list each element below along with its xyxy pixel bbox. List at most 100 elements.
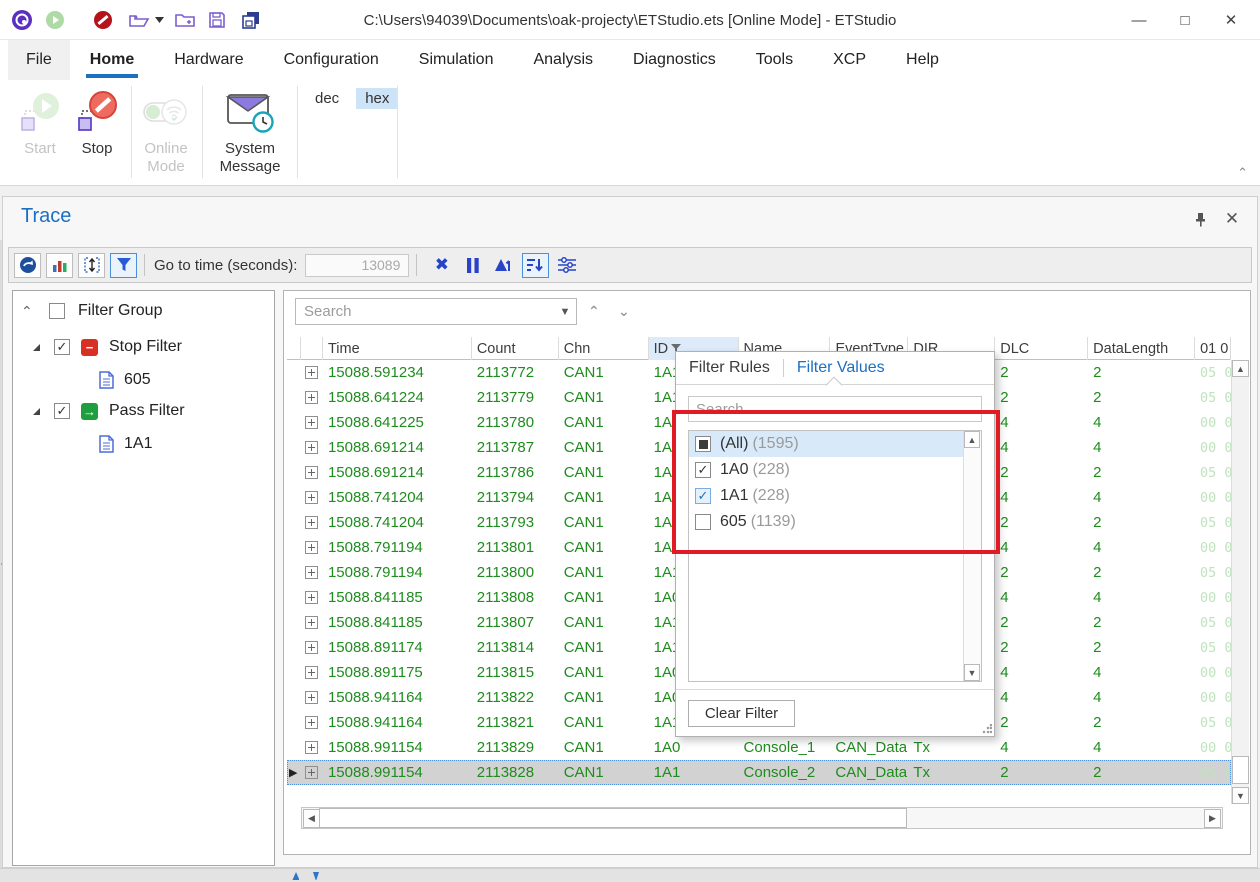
save-icon[interactable] [205, 8, 229, 32]
horizontal-scrollbar[interactable]: ◀ ▶ [301, 807, 1223, 829]
filter-group-checkbox[interactable] [49, 303, 65, 319]
scroll-left-icon[interactable]: ◀ [303, 809, 320, 828]
stop-filter-checkbox[interactable]: ✓ [54, 339, 70, 355]
filter-value-item-1a1[interactable]: ✓1A1(228) [689, 483, 981, 509]
expand-row-icon[interactable] [305, 666, 318, 679]
tree-item-605[interactable]: 605 [99, 368, 151, 392]
column-header-dlc[interactable]: DLC [995, 337, 1088, 360]
clear-trace-button[interactable]: ✖ [428, 253, 455, 278]
tab-filter-rules[interactable]: Filter Rules [676, 359, 783, 377]
expand-row-icon[interactable] [305, 616, 318, 629]
menu-item-help[interactable]: Help [886, 40, 959, 80]
menu-item-file[interactable]: File [8, 40, 70, 80]
scroll-right-icon[interactable]: ▶ [1204, 809, 1221, 828]
popup-scrollbar[interactable]: ▲ ▼ [963, 431, 981, 681]
hscroll-thumb[interactable] [319, 808, 907, 828]
vscroll-thumb[interactable] [1232, 756, 1249, 784]
expand-triangle-icon[interactable] [33, 408, 40, 415]
filter-value-item-1a0[interactable]: ✓1A0(228) [689, 457, 981, 483]
resize-grip[interactable] [982, 724, 992, 734]
column-header-chn[interactable]: Chn [559, 337, 649, 360]
fit-rows-button[interactable] [78, 253, 105, 278]
collapse-up-icon[interactable]: ⌃ [21, 303, 41, 320]
expand-row-icon[interactable] [305, 416, 318, 429]
pause-button[interactable] [459, 253, 486, 278]
expand-row-icon[interactable] [305, 641, 318, 654]
maximize-button[interactable]: □ [1162, 0, 1208, 40]
tree-item-filter-group[interactable]: ⌃ Filter Group [21, 299, 162, 323]
tab-filter-values[interactable]: Filter Values [784, 359, 898, 377]
menu-item-analysis[interactable]: Analysis [513, 40, 613, 80]
expand-row-icon[interactable] [305, 741, 318, 754]
chevron-down-icon[interactable]: ▼ [554, 299, 576, 324]
scroll-down-icon[interactable]: ▼ [1232, 787, 1249, 804]
filter-value-checkbox[interactable] [695, 514, 711, 530]
ribbon-collapse-icon[interactable]: ⌃ [1237, 165, 1248, 181]
quick-stop-icon[interactable] [91, 8, 115, 32]
expand-row-icon[interactable] [305, 541, 318, 554]
expand-row-icon[interactable] [305, 441, 318, 454]
tree-item-stop-filter[interactable]: ✓ − Stop Filter [33, 335, 182, 359]
dec-toggle[interactable]: dec [306, 88, 348, 109]
scroll-up-icon[interactable]: ▲ [1232, 360, 1249, 377]
quick-start-icon[interactable] [43, 8, 67, 32]
filter-value-item-605[interactable]: 605(1139) [689, 509, 981, 535]
pin-icon[interactable] [1187, 207, 1213, 231]
pass-filter-checkbox[interactable]: ✓ [54, 403, 70, 419]
vertical-scrollbar[interactable]: ▲ ▼ [1231, 360, 1249, 804]
column-header-count[interactable]: Count [472, 337, 559, 360]
close-button[interactable]: ✕ [1208, 0, 1254, 40]
hex-toggle[interactable]: hex [356, 88, 398, 109]
menu-item-diagnostics[interactable]: Diagnostics [613, 40, 736, 80]
menu-item-configuration[interactable]: Configuration [264, 40, 399, 80]
menu-item-simulation[interactable]: Simulation [399, 40, 514, 80]
minimize-button[interactable]: — [1116, 0, 1162, 40]
column-header-time[interactable]: Time [323, 337, 472, 360]
menu-item-xcp[interactable]: XCP [813, 40, 886, 80]
filter-value-checkbox[interactable] [695, 436, 711, 452]
system-message-button[interactable]: SystemMessage [210, 88, 290, 176]
clear-filter-button[interactable]: Clear Filter [688, 700, 795, 727]
filter-value-checkbox[interactable]: ✓ [695, 462, 711, 478]
menu-item-tools[interactable]: Tools [736, 40, 813, 80]
trace-close-icon[interactable]: ✕ [1219, 207, 1245, 231]
column-header-01-0[interactable]: 01 0 [1195, 337, 1231, 360]
expand-row-icon[interactable] [305, 466, 318, 479]
expand-row-icon[interactable] [305, 566, 318, 579]
filter-button[interactable] [110, 253, 137, 278]
filter-value-item-all[interactable]: (All)(1595) [689, 431, 981, 457]
open-dropdown-icon[interactable] [153, 8, 165, 32]
expand-row-icon[interactable] [305, 516, 318, 529]
filter-value-checkbox[interactable]: ✓ [695, 488, 711, 504]
expand-row-icon[interactable] [305, 716, 318, 729]
table-search-combo[interactable]: Search ▼ [295, 298, 577, 325]
table-row[interactable]: ▶15088.9911542113828CAN11A1Console_2CAN_… [287, 760, 1231, 785]
expand-row-icon[interactable] [305, 691, 318, 704]
search-next-button[interactable]: ⌄ [618, 303, 630, 320]
settings-sliders-button[interactable] [553, 253, 580, 278]
scroll-up-icon[interactable]: ▲ [964, 431, 980, 448]
tree-item-pass-filter[interactable]: ✓ → Pass Filter [33, 399, 185, 423]
expand-row-icon[interactable] [305, 766, 318, 779]
goto-time-input[interactable] [305, 254, 409, 277]
delta-time-button[interactable] [490, 253, 517, 278]
new-project-icon[interactable] [173, 8, 197, 32]
statistics-button[interactable] [46, 253, 73, 278]
menu-item-hardware[interactable]: Hardware [154, 40, 263, 80]
table-row[interactable]: 15088.9911542113829CAN11A0Console_1CAN_D… [287, 735, 1231, 760]
expand-row-icon[interactable] [305, 591, 318, 604]
expand-triangle-icon[interactable] [33, 344, 40, 351]
save-all-icon[interactable] [239, 8, 263, 32]
expand-row-icon[interactable] [305, 491, 318, 504]
autoscroll-button[interactable] [14, 253, 41, 278]
tree-item-1a1[interactable]: 1A1 [99, 432, 152, 456]
expand-row-icon[interactable] [305, 391, 318, 404]
expand-row-icon[interactable] [305, 366, 318, 379]
popup-search-input[interactable]: Search [688, 396, 982, 422]
column-header-datalength[interactable]: DataLength [1088, 337, 1195, 360]
sort-button[interactable] [522, 253, 549, 278]
search-prev-button[interactable]: ⌃ [588, 303, 600, 320]
menu-item-home[interactable]: Home [70, 40, 154, 80]
scroll-down-icon[interactable]: ▼ [964, 664, 980, 681]
stop-button[interactable]: Stop [70, 88, 124, 158]
